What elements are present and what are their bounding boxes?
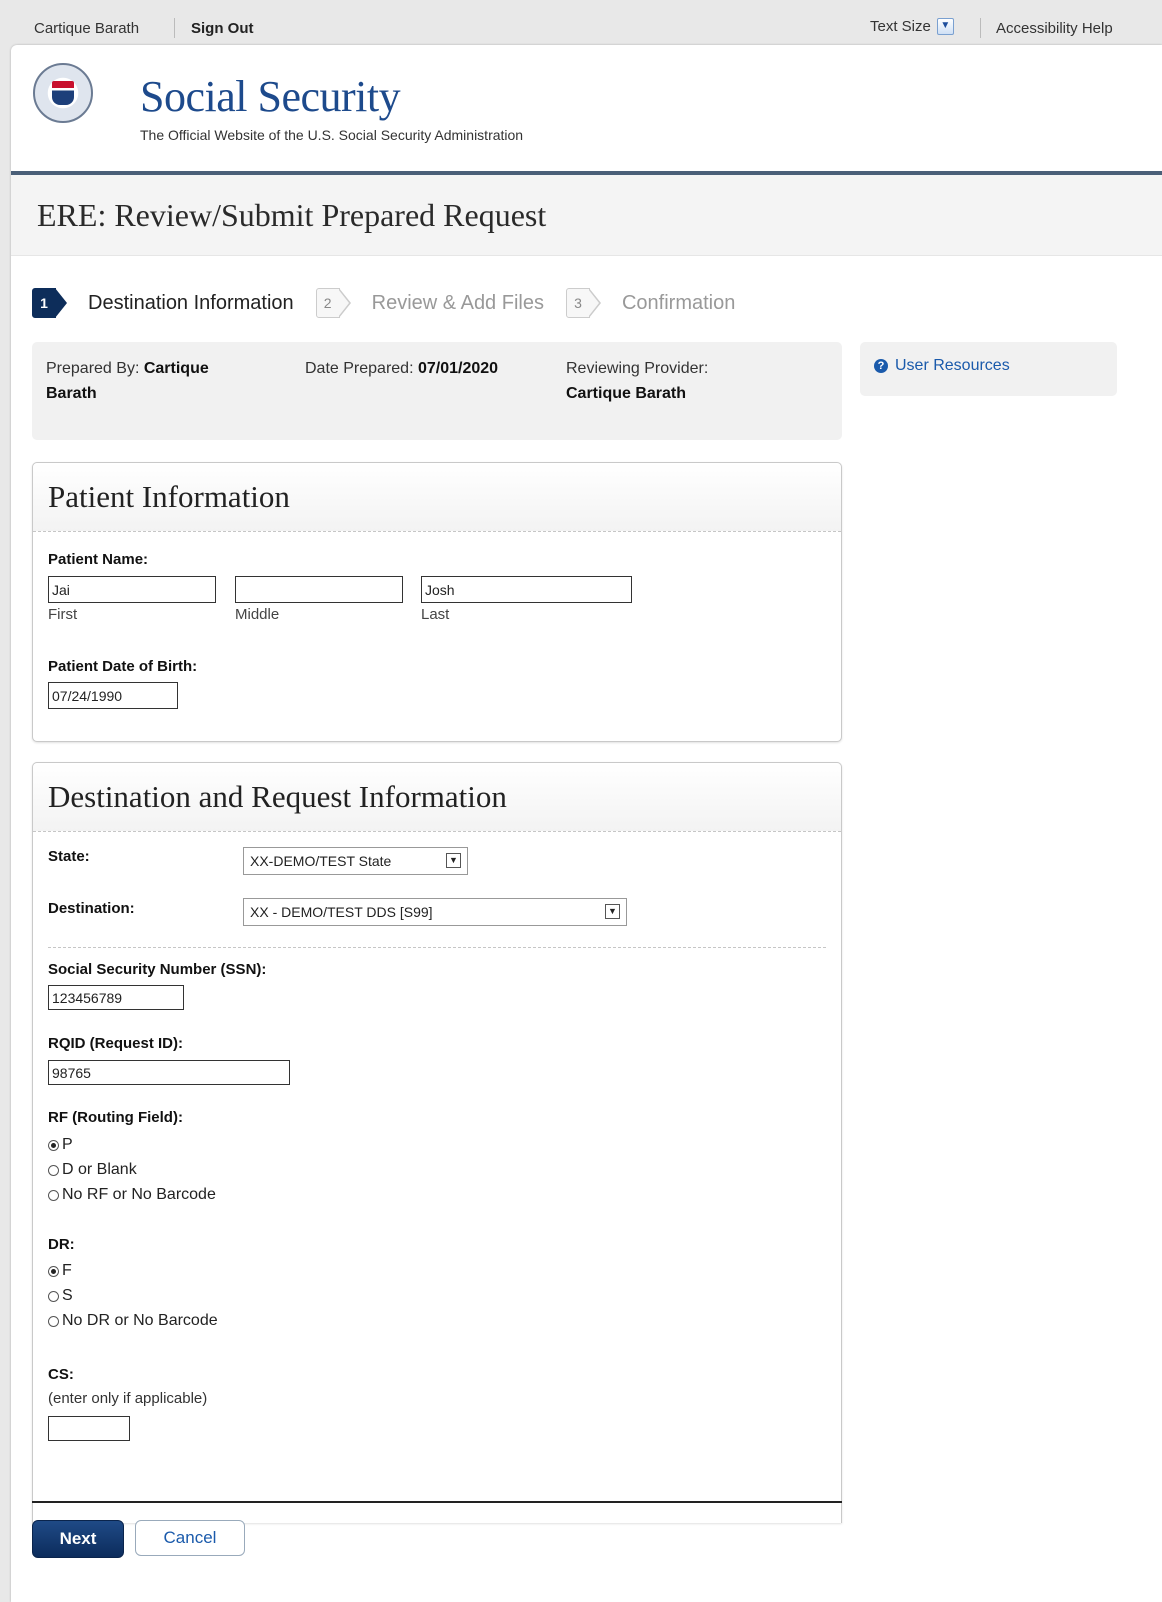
- user-resources-label: User Resources: [895, 357, 1010, 374]
- dob-input[interactable]: [48, 682, 178, 709]
- middle-caption: Middle: [235, 606, 280, 623]
- cs-input[interactable]: [48, 1416, 130, 1441]
- reviewing-provider: Reviewing Provider: Cartique Barath: [566, 356, 708, 406]
- step-number: 3: [565, 288, 601, 318]
- radio-label: No DR or No Barcode: [62, 1312, 218, 1329]
- footer-divider: [32, 1501, 842, 1503]
- middle-name-input[interactable]: [235, 576, 403, 603]
- state-label: State:: [48, 848, 90, 865]
- last-caption: Last: [421, 606, 450, 623]
- site-subtitle: The Official Website of the U.S. Social …: [140, 127, 524, 143]
- prepared-by-label: Prepared By:: [46, 360, 140, 377]
- step-confirmation: 3 Confirmation: [565, 288, 736, 318]
- chevron-down-icon[interactable]: ▼: [936, 18, 954, 35]
- rf-option-p[interactable]: P: [48, 1136, 73, 1154]
- radio-label: S: [62, 1287, 73, 1304]
- first-caption: First: [48, 606, 78, 623]
- user-resources-link[interactable]: ? User Resources: [874, 357, 1010, 375]
- rf-option-none[interactable]: No RF or No Barcode: [48, 1186, 216, 1204]
- ssa-seal-logo: [33, 63, 93, 123]
- rqid-label: RQID (Request ID):: [48, 1035, 183, 1052]
- panel-title: Patient Information: [48, 479, 290, 514]
- prepared-info-box: Prepared By: Cartique Barath Date Prepar…: [32, 342, 842, 440]
- destination-selected-value: XX - DEMO/TEST DDS [S99]: [250, 904, 433, 920]
- cancel-button[interactable]: Cancel: [135, 1520, 245, 1556]
- destination-select[interactable]: XX - DEMO/TEST DDS [S99] ▼: [243, 898, 627, 926]
- progress-steps: 1 Destination Information 2 Review & Add…: [32, 283, 757, 323]
- text-size-label: Text Size: [870, 18, 931, 35]
- text-size-menu[interactable]: Text Size ▼: [870, 18, 954, 35]
- divider: [174, 18, 175, 38]
- radio-label: No RF or No Barcode: [62, 1186, 216, 1203]
- step-label: Destination Information: [88, 291, 294, 314]
- date-prepared-value: 07/01/2020: [417, 360, 499, 377]
- site-title[interactable]: Social Security: [140, 71, 401, 122]
- site-header: Social Security The Official Website of …: [11, 45, 1162, 175]
- destination-request-panel: Destination and Request Information Stat…: [32, 762, 842, 1523]
- step-label: Review & Add Files: [371, 291, 544, 314]
- accessibility-help-link[interactable]: Accessibility Help: [996, 20, 1113, 37]
- rqid-input[interactable]: [48, 1060, 290, 1085]
- dr-label: DR:: [48, 1236, 75, 1253]
- chevron-down-icon: ▼: [446, 853, 461, 868]
- radio-selected-icon[interactable]: [48, 1139, 59, 1151]
- help-icon: ?: [874, 359, 888, 373]
- step-number: 1: [32, 288, 67, 318]
- dob-label: Patient Date of Birth:: [48, 658, 198, 675]
- user-resources-box: ? User Resources: [860, 342, 1117, 396]
- state-select[interactable]: XX-DEMO/TEST State ▼: [243, 847, 468, 875]
- ssn-input[interactable]: [48, 985, 184, 1010]
- step-number: 2: [315, 288, 351, 318]
- user-name: Cartique Barath: [34, 20, 140, 37]
- panel-title: Destination and Request Information: [48, 779, 507, 814]
- state-selected-value: XX-DEMO/TEST State: [250, 853, 392, 869]
- step-destination-information: 1 Destination Information: [32, 288, 294, 318]
- page-container: Social Security The Official Website of …: [11, 45, 1162, 1602]
- reviewing-provider-label: Reviewing Provider:: [566, 360, 709, 377]
- patient-name-label: Patient Name:: [48, 551, 149, 568]
- dr-option-s[interactable]: S: [48, 1287, 73, 1305]
- page-title: ERE: Review/Submit Prepared Request: [37, 197, 547, 233]
- date-prepared: Date Prepared: 07/01/2020: [305, 356, 498, 381]
- radio-label: F: [62, 1262, 72, 1279]
- radio-icon[interactable]: [48, 1164, 59, 1176]
- prepared-by-last: Barath: [46, 385, 97, 402]
- radio-label: D or Blank: [62, 1161, 137, 1178]
- panel-header: Destination and Request Information: [33, 763, 841, 832]
- first-name-input[interactable]: [48, 576, 216, 603]
- step-label: Confirmation: [621, 291, 736, 314]
- radio-icon[interactable]: [48, 1189, 59, 1201]
- panel-header: Patient Information: [33, 463, 841, 532]
- destination-label: Destination:: [48, 900, 135, 917]
- chevron-down-icon: ▼: [605, 904, 620, 919]
- last-name-input[interactable]: [421, 576, 632, 603]
- rf-label: RF (Routing Field):: [48, 1109, 183, 1126]
- dr-option-none[interactable]: No DR or No Barcode: [48, 1312, 218, 1330]
- prepared-by: Prepared By: Cartique Barath: [46, 356, 209, 406]
- date-prepared-label: Date Prepared:: [305, 360, 414, 377]
- reviewing-provider-value: Cartique Barath: [566, 385, 687, 402]
- patient-information-panel: Patient Information Patient Name: First …: [32, 462, 842, 742]
- divider: [980, 18, 981, 38]
- sign-out-link[interactable]: Sign Out: [191, 20, 254, 37]
- cs-hint: (enter only if applicable): [48, 1390, 208, 1407]
- prepared-by-first: Cartique: [143, 360, 209, 377]
- radio-selected-icon[interactable]: [48, 1265, 59, 1277]
- cs-label: CS:: [48, 1366, 74, 1383]
- radio-label: P: [62, 1136, 73, 1153]
- page-title-bar: ERE: Review/Submit Prepared Request: [11, 175, 1162, 256]
- next-button[interactable]: Next: [32, 1520, 124, 1558]
- divider: [48, 947, 826, 948]
- radio-icon[interactable]: [48, 1315, 59, 1327]
- step-review-add-files: 2 Review & Add Files: [315, 288, 544, 318]
- dr-option-f[interactable]: F: [48, 1262, 72, 1280]
- ssn-label: Social Security Number (SSN):: [48, 961, 267, 978]
- rf-option-d-or-blank[interactable]: D or Blank: [48, 1161, 137, 1179]
- radio-icon[interactable]: [48, 1290, 59, 1302]
